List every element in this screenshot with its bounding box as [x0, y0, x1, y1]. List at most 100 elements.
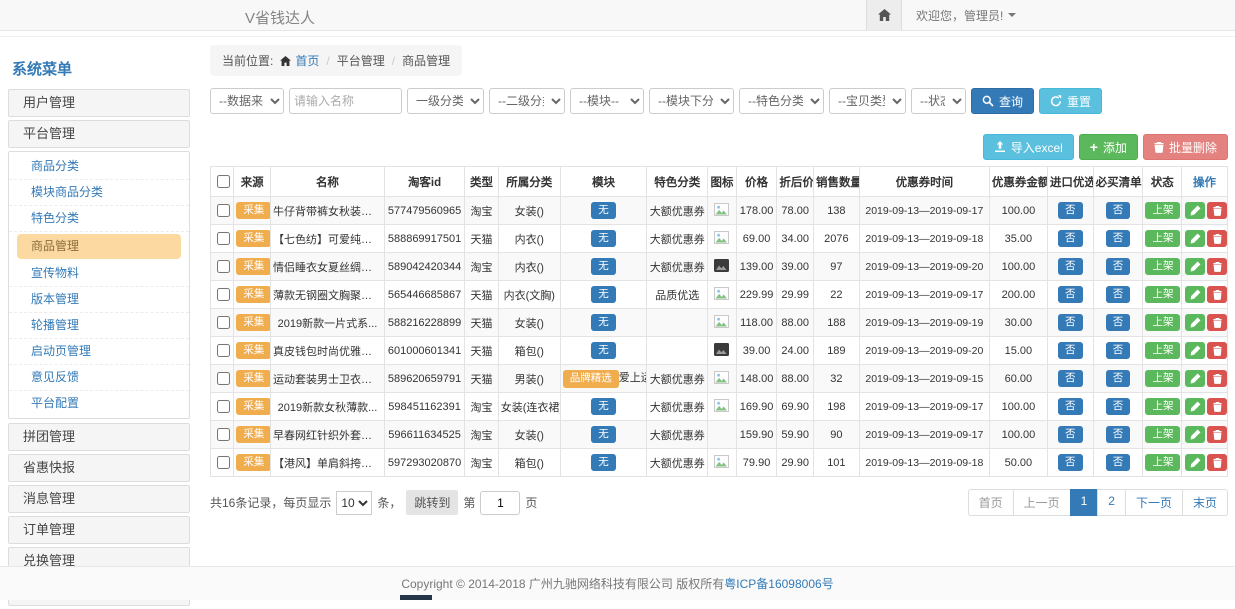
delete-button[interactable] [1207, 202, 1227, 219]
delete-button[interactable] [1207, 370, 1227, 387]
import-select-badge[interactable]: 否 [1058, 202, 1083, 219]
jump-button[interactable]: 跳转到 [406, 490, 458, 515]
nav-home-button[interactable] [866, 0, 902, 30]
select-all-checkbox[interactable] [217, 175, 230, 188]
sidebar-sub-item[interactable]: 宣传物料 [9, 261, 189, 287]
sidebar-group-item[interactable]: 用户管理 [8, 89, 190, 117]
search-button[interactable]: 查询 [971, 88, 1034, 114]
filter-select[interactable]: --二级分类-- [489, 88, 565, 114]
import-select-badge[interactable]: 否 [1058, 230, 1083, 247]
page-link[interactable]: 1 [1070, 489, 1099, 516]
sidebar-group-item[interactable]: 省惠快报 [8, 454, 190, 482]
name-search-input[interactable] [289, 88, 402, 114]
must-buy-badge[interactable]: 否 [1106, 314, 1131, 331]
sidebar-sub-item[interactable]: 意见反馈 [9, 365, 189, 391]
import-select-badge[interactable]: 否 [1058, 454, 1083, 471]
sidebar-sub-item[interactable]: 启动页管理 [9, 339, 189, 365]
edit-button[interactable] [1185, 286, 1205, 303]
row-checkbox[interactable] [217, 204, 230, 217]
delete-button[interactable] [1207, 286, 1227, 303]
row-checkbox[interactable] [217, 288, 230, 301]
sidebar-sub-item[interactable]: 商品管理 [17, 234, 181, 259]
sidebar-sub-item[interactable]: 平台配置 [9, 391, 189, 416]
sidebar-sub-item[interactable]: 版本管理 [9, 287, 189, 313]
import-select-badge[interactable]: 否 [1058, 342, 1083, 359]
delete-button[interactable] [1207, 258, 1227, 275]
status-badge[interactable]: 上架 [1145, 370, 1180, 387]
import-excel-button[interactable]: 导入excel [983, 134, 1074, 160]
filter-select[interactable]: --特色分类-- [739, 88, 824, 114]
status-badge[interactable]: 上架 [1145, 258, 1180, 275]
delete-button[interactable] [1207, 342, 1227, 359]
must-buy-badge[interactable]: 否 [1106, 230, 1131, 247]
status-badge[interactable]: 上架 [1145, 230, 1180, 247]
sidebar-sub-item[interactable]: 商品分类 [9, 154, 189, 180]
page-link[interactable]: 末页 [1182, 489, 1228, 516]
edit-button[interactable] [1185, 314, 1205, 331]
page-link[interactable]: 2 [1097, 489, 1126, 516]
import-select-badge[interactable]: 否 [1058, 370, 1083, 387]
row-checkbox[interactable] [217, 316, 230, 329]
edit-button[interactable] [1185, 454, 1205, 471]
page-size-select[interactable]: 10 [336, 491, 372, 515]
edit-button[interactable] [1185, 258, 1205, 275]
delete-button[interactable] [1207, 426, 1227, 443]
edit-button[interactable] [1185, 230, 1205, 247]
edit-button[interactable] [1185, 426, 1205, 443]
sidebar-group-item[interactable]: 平台管理 [8, 120, 190, 148]
delete-button[interactable] [1207, 398, 1227, 415]
sidebar-group-item[interactable]: 消息管理 [8, 485, 190, 513]
import-select-badge[interactable]: 否 [1058, 426, 1083, 443]
must-buy-badge[interactable]: 否 [1106, 258, 1131, 275]
import-select-badge[interactable]: 否 [1058, 286, 1083, 303]
edit-button[interactable] [1185, 342, 1205, 359]
import-select-badge[interactable]: 否 [1058, 398, 1083, 415]
import-select-badge[interactable]: 否 [1058, 314, 1083, 331]
filter-select[interactable]: --宝贝类型-- [829, 88, 906, 114]
must-buy-badge[interactable]: 否 [1106, 202, 1131, 219]
filter-select[interactable]: --数据来源-- [210, 88, 284, 114]
row-checkbox[interactable] [217, 260, 230, 273]
filter-select[interactable]: --状态-- [911, 88, 966, 114]
page-link[interactable]: 下一页 [1125, 489, 1183, 516]
status-badge[interactable]: 上架 [1145, 314, 1180, 331]
row-checkbox[interactable] [217, 428, 230, 441]
filter-select[interactable]: --模块-- [570, 88, 644, 114]
sidebar-group-item[interactable]: 拼团管理 [8, 423, 190, 451]
batch-delete-button[interactable]: 批量删除 [1143, 134, 1228, 160]
breadcrumb-home-link[interactable]: 首页 [280, 52, 319, 69]
delete-button[interactable] [1207, 314, 1227, 331]
edit-button[interactable] [1185, 398, 1205, 415]
row-checkbox[interactable] [217, 456, 230, 469]
import-select-badge[interactable]: 否 [1058, 258, 1083, 275]
edit-button[interactable] [1185, 202, 1205, 219]
sidebar-group-item[interactable]: 订单管理 [8, 516, 190, 544]
row-checkbox[interactable] [217, 372, 230, 385]
must-buy-badge[interactable]: 否 [1106, 286, 1131, 303]
status-badge[interactable]: 上架 [1145, 454, 1180, 471]
status-badge[interactable]: 上架 [1145, 202, 1180, 219]
jump-page-input[interactable] [480, 491, 520, 515]
sidebar-sub-item[interactable]: 轮播管理 [9, 313, 189, 339]
filter-select[interactable]: --模块下分类-- [649, 88, 734, 114]
must-buy-badge[interactable]: 否 [1106, 342, 1131, 359]
status-badge[interactable]: 上架 [1145, 342, 1180, 359]
delete-button[interactable] [1207, 230, 1227, 247]
delete-button[interactable] [1207, 454, 1227, 471]
status-badge[interactable]: 上架 [1145, 398, 1180, 415]
icp-link[interactable]: 粤ICP备16098006号 [724, 575, 833, 592]
user-menu[interactable]: 欢迎您，管理员! [916, 7, 1016, 24]
status-badge[interactable]: 上架 [1145, 286, 1180, 303]
must-buy-badge[interactable]: 否 [1106, 426, 1131, 443]
edit-button[interactable] [1185, 370, 1205, 387]
filter-select[interactable]: 一级分类 [407, 88, 484, 114]
row-checkbox[interactable] [217, 232, 230, 245]
sidebar-sub-item[interactable]: 模块商品分类 [9, 180, 189, 206]
must-buy-badge[interactable]: 否 [1106, 370, 1131, 387]
row-checkbox[interactable] [217, 400, 230, 413]
add-button[interactable]: + 添加 [1079, 134, 1138, 160]
must-buy-badge[interactable]: 否 [1106, 454, 1131, 471]
must-buy-badge[interactable]: 否 [1106, 398, 1131, 415]
row-checkbox[interactable] [217, 344, 230, 357]
sidebar-sub-item[interactable]: 特色分类 [9, 206, 189, 232]
